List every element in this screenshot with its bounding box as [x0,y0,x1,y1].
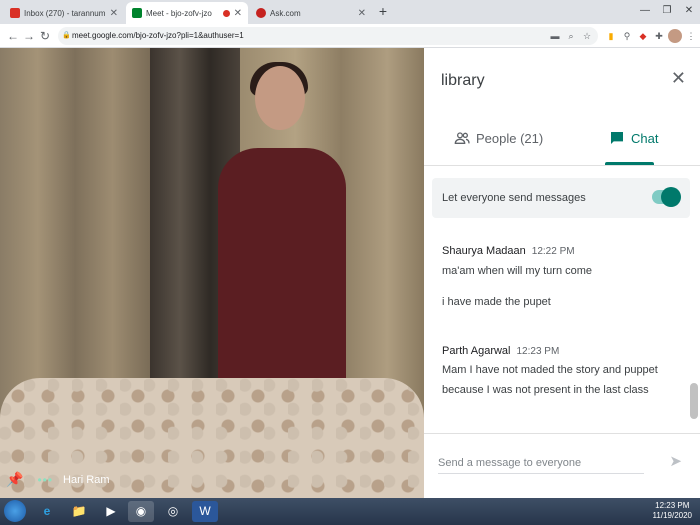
tab-people[interactable]: People (21) [454,130,543,146]
message-author: Shaurya Madaan 12:22 PM [442,245,575,257]
message-text: Mam I have not maded the story and puppe… [442,364,658,396]
extension-red-icon[interactable]: ◆ [636,29,650,43]
browser-toolbar: ← → ↻ 🔒 meet.google.com/bjo-zofv-jzo?pli… [0,24,700,48]
file-explorer-icon[interactable]: 📁 [66,501,92,522]
panel-title: library [441,72,485,89]
allow-messages-toggle[interactable] [652,187,681,207]
close-window-button[interactable]: ✕ [678,0,700,24]
start-button[interactable] [4,500,26,522]
tab-title: Meet - bjo-zofv-jzo [146,8,212,18]
clock-date: 11/19/2020 [652,511,692,520]
close-tab-icon[interactable]: ✕ [234,8,242,19]
participant-figure [218,148,346,398]
tab-chat-label: Chat [631,130,659,146]
reload-button[interactable]: ↻ [36,27,54,45]
browser-menu-icon[interactable]: ⋮ [684,29,698,43]
close-tab-icon[interactable]: ✕ [110,8,118,19]
audio-indicator-icon: ••• [37,472,54,487]
chrome-canary-icon[interactable]: ◎ [160,501,186,522]
tab-chat[interactable]: Chat [609,130,658,146]
chat-scrollbar[interactable] [690,383,698,419]
message-text: ma'am when will my turn come [442,265,593,277]
send-icon[interactable]: ➤ [669,452,682,470]
close-panel-button[interactable]: ✕ [671,68,686,89]
message-text: i have made the pupet [442,296,551,308]
tab-people-label: People (21) [476,130,544,146]
browser-tab-gmail[interactable]: Inbox (270) - tarannum@theindi ✕ [4,2,124,24]
extension-icon[interactable]: ▮ [604,29,618,43]
lock-icon: 🔒 [62,32,71,39]
participant-name: Hari Ram [63,473,110,486]
bookmark-star-icon[interactable]: ☆ [580,29,594,43]
ask-icon [256,8,266,18]
message-time: 12:22 PM [531,246,575,257]
url-text: meet.google.com/bjo-zofv-jzo?pli=1&authu… [72,31,244,40]
profile-avatar[interactable] [668,29,682,43]
zoom-icon[interactable]: ⌕ [564,29,578,43]
participant-name-tag: 📌 ••• Hari Ram [6,471,110,488]
tab-title: Ask.com [270,8,301,18]
video-feed: 📌 ••• Hari Ram [0,48,424,498]
extensions-puzzle-icon[interactable]: ✚ [652,29,666,43]
recording-indicator-icon [222,9,230,17]
browser-tab-strip: Inbox (270) - tarannum@theindi ✕ Meet - … [0,0,700,24]
camera-icon[interactable]: ▬ [548,29,562,43]
address-bar[interactable]: 🔒 meet.google.com/bjo-zofv-jzo?pli=1&aut… [58,27,598,45]
author-name: Parth Agarwal [442,345,511,357]
message-author: Parth Agarwal 12:23 PM [442,345,559,357]
maximize-button[interactable]: ❐ [656,0,678,24]
chrome-icon[interactable]: ◉ [128,501,154,522]
close-tab-icon[interactable]: ✕ [358,8,366,19]
chat-message-input[interactable] [438,452,644,474]
clock-time: 12:23 PM [655,501,690,510]
chat-icon [611,132,623,144]
author-name: Shaurya Madaan [442,245,526,257]
gmail-icon [10,8,20,18]
divider [424,165,700,166]
os-taskbar: e 📁 ▶ ◉ ◎ W 12:23 PM 11/19/2020 [0,498,700,525]
ie-icon[interactable]: e [34,501,60,522]
toggle-label: Let everyone send messages [442,192,586,204]
system-clock[interactable]: 12:23 PM 11/19/2020 [653,501,692,521]
tab-title: Inbox (270) - tarannum@theindi [24,8,106,18]
pin-icon[interactable]: 📌 [6,471,23,488]
allow-messages-setting: Let everyone send messages [432,178,690,218]
message-time: 12:23 PM [516,346,560,357]
people-icon [454,132,470,144]
media-player-icon[interactable]: ▶ [98,501,124,522]
new-tab-button[interactable]: + [375,4,391,20]
divider [424,433,700,434]
toggle-knob [661,187,681,207]
word-icon[interactable]: W [192,501,218,522]
meet-icon [132,8,142,18]
search-extension-icon[interactable]: ⚲ [620,29,634,43]
chat-panel: library ✕ People (21) Chat Let everyone … [424,48,700,498]
browser-tab-ask[interactable]: Ask.com ✕ [250,2,372,24]
participant-figure [255,66,305,130]
browser-tab-meet[interactable]: Meet - bjo-zofv-jzo ✕ [126,2,248,24]
minimize-button[interactable]: — [634,0,656,24]
